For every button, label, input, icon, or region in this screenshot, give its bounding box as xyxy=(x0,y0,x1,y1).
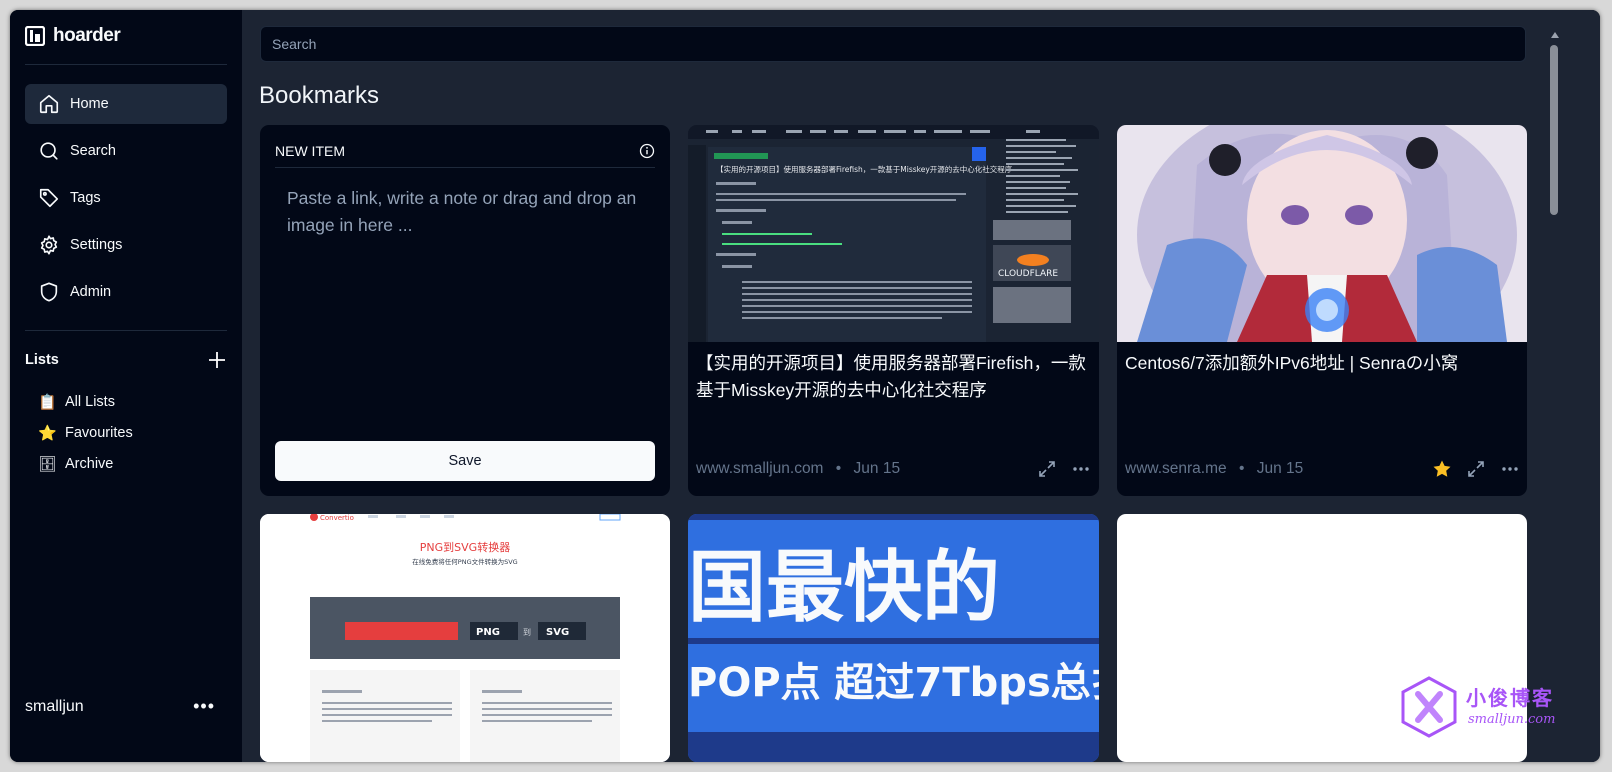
bookmark-meta: www.smalljun.com • Jun 15 xyxy=(696,460,900,478)
sidebar-item-home[interactable]: Home xyxy=(25,84,227,124)
add-list-button[interactable] xyxy=(207,350,227,370)
lists-header: Lists xyxy=(25,350,227,370)
tag-icon xyxy=(39,188,59,208)
user-row: smalljun ••• xyxy=(25,696,215,717)
thumb-cloudflare-logo: CLOUDFLARE xyxy=(998,269,1058,279)
bookmark-card[interactable]: 国最快的 POP点 超过7Tbps总扌 xyxy=(688,514,1099,762)
new-item-title: NEW ITEM xyxy=(275,143,345,159)
list-item-all-lists[interactable]: 📋 All Lists xyxy=(38,386,133,417)
anime-girl-image xyxy=(1117,125,1527,342)
app-name: hoarder xyxy=(53,25,121,46)
thumb-subheading: 在线免费将任何PNG文件转换为SVG xyxy=(412,557,517,566)
bookmark-card[interactable]: Convertio PNG到SVG转换器 在线免费将任何PNG文件转换为SVG … xyxy=(260,514,670,762)
lists: 📋 All Lists ⭐ Favourites 🗄 Archive xyxy=(38,386,133,479)
bookmark-title[interactable]: 【实用的开源项目】使用服务器部署Firefish，一款基于Misskey开源的去… xyxy=(696,350,1091,404)
username: smalljun xyxy=(25,697,84,715)
banner-image: 国最快的 POP点 超过7Tbps总扌 xyxy=(688,514,1099,762)
bookmark-date: Jun 15 xyxy=(853,460,901,477)
list-item-label: Archive xyxy=(65,455,114,472)
expand-icon[interactable] xyxy=(1466,459,1486,479)
scroll-up-arrow-icon[interactable] xyxy=(1551,32,1559,38)
info-icon[interactable] xyxy=(639,143,655,159)
bookmark-date: Jun 15 xyxy=(1256,460,1304,477)
thumb-heading: PNG到SVG转换器 xyxy=(420,540,510,554)
hoarder-logo-icon xyxy=(25,26,45,46)
more-icon[interactable] xyxy=(1071,459,1091,479)
watermark: 小俊博客 smalljun.com xyxy=(1400,672,1560,742)
list-item-label: Favourites xyxy=(65,424,133,441)
new-item-card: NEW ITEM Paste a link, write a note or d… xyxy=(260,125,670,496)
sidebar-item-label: Search xyxy=(70,143,116,159)
new-item-textarea[interactable]: Paste a link, write a note or drag and d… xyxy=(287,185,647,239)
app-window: hoarder Home Search Tags Settings Admin … xyxy=(10,10,1600,762)
shield-icon xyxy=(40,282,58,302)
sidebar-item-tags[interactable]: Tags xyxy=(25,178,227,218)
sidebar-item-label: Tags xyxy=(70,190,101,206)
bookmark-meta: www.senra.me • Jun 15 xyxy=(1125,460,1303,478)
more-icon[interactable] xyxy=(1500,459,1520,479)
webpage-screenshot-image: Convertio PNG到SVG转换器 在线免费将任何PNG文件转换为SVG … xyxy=(260,514,670,762)
page-title: Bookmarks xyxy=(259,82,380,109)
divider xyxy=(275,167,655,168)
watermark-text: 小俊博客 xyxy=(1466,686,1554,710)
save-button[interactable]: Save xyxy=(275,441,655,481)
separator-dot: • xyxy=(835,460,842,477)
lists-title: Lists xyxy=(25,352,59,368)
webpage-screenshot-image: 【实用的开源项目】使用服务器部署Firefish，一款基于Misskey开源的去… xyxy=(688,125,1099,342)
banner-text-line2: POP点 超过7Tbps总扌 xyxy=(688,660,1099,706)
bookmark-actions xyxy=(1432,459,1520,479)
watermark-url: smalljun.com xyxy=(1468,712,1556,727)
clipboard-icon: 📋 xyxy=(38,393,57,411)
bookmark-domain[interactable]: www.smalljun.com xyxy=(696,460,823,477)
bookmark-domain[interactable]: www.senra.me xyxy=(1125,460,1227,477)
favourite-star-icon[interactable] xyxy=(1432,459,1452,479)
scrollbar[interactable] xyxy=(1549,20,1561,762)
sidebar-item-admin[interactable]: Admin xyxy=(25,272,227,312)
bookmark-actions xyxy=(1037,459,1091,479)
home-icon xyxy=(39,94,59,114)
main-content: Search Bookmarks NEW ITEM Paste a link, … xyxy=(242,10,1600,762)
sidebar-item-label: Settings xyxy=(70,237,123,253)
bookmark-thumbnail[interactable] xyxy=(1117,125,1527,342)
bookmark-thumbnail[interactable]: 【实用的开源项目】使用服务器部署Firefish，一款基于Misskey开源的去… xyxy=(688,125,1099,342)
search-input[interactable]: Search xyxy=(260,26,1526,62)
sidebar-nav: Home Search Tags Settings Admin xyxy=(25,84,227,319)
thumb-from-format: PNG xyxy=(476,627,500,638)
bookmark-card[interactable]: 【实用的开源项目】使用服务器部署Firefish，一款基于Misskey开源的去… xyxy=(688,125,1099,496)
watermark-logo-icon xyxy=(1401,676,1457,738)
thumb-heading: 【实用的开源项目】使用服务器部署Firefish，一款基于Misskey开源的去… xyxy=(716,164,1013,174)
divider xyxy=(25,330,227,331)
list-item-favourites[interactable]: ⭐ Favourites xyxy=(38,417,133,448)
expand-icon[interactable] xyxy=(1037,459,1057,479)
bookmark-footer: www.smalljun.com • Jun 15 xyxy=(696,459,1091,479)
sidebar-item-label: Home xyxy=(70,96,109,112)
user-menu-button[interactable]: ••• xyxy=(193,696,215,717)
search-icon xyxy=(40,142,58,160)
brand[interactable]: hoarder xyxy=(25,24,121,48)
new-item-header: NEW ITEM xyxy=(275,143,655,159)
sidebar: hoarder Home Search Tags Settings Admin … xyxy=(10,10,242,762)
cabinet-icon: 🗄 xyxy=(38,455,58,473)
bookmark-footer: www.senra.me • Jun 15 xyxy=(1125,459,1520,479)
separator-dot: • xyxy=(1238,460,1245,477)
divider xyxy=(25,64,227,65)
bookmark-title[interactable]: Centos6/7添加额外IPv6地址 | Senraの小窝 xyxy=(1125,350,1520,377)
bookmark-card[interactable]: Centos6/7添加额外IPv6地址 | Senraの小窝 www.senra… xyxy=(1117,125,1527,496)
thumb-brand: Convertio xyxy=(320,514,354,522)
thumb-to-format: SVG xyxy=(546,627,569,638)
star-icon: ⭐ xyxy=(38,424,57,442)
list-item-label: All Lists xyxy=(65,393,115,410)
gear-icon xyxy=(40,235,58,255)
sidebar-item-label: Admin xyxy=(70,284,112,300)
list-item-archive[interactable]: 🗄 Archive xyxy=(38,448,133,479)
banner-text-line1: 国最快的 xyxy=(688,543,1000,633)
sidebar-item-search[interactable]: Search xyxy=(25,131,227,171)
thumb-to-word: 到 xyxy=(523,628,531,637)
scroll-thumb[interactable] xyxy=(1550,45,1558,215)
sidebar-item-settings[interactable]: Settings xyxy=(25,225,227,265)
